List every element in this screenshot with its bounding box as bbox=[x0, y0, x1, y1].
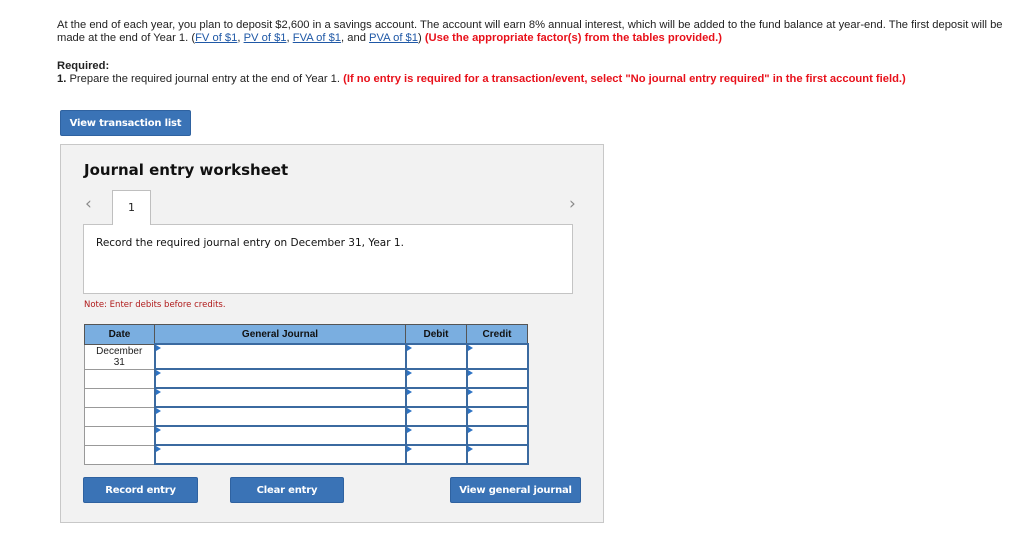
credit-input[interactable] bbox=[467, 446, 527, 463]
record-entry-button[interactable]: Record entry bbox=[83, 477, 198, 503]
worksheet-title: Journal entry worksheet bbox=[84, 161, 289, 179]
link-fva-of-1[interactable]: FVA of $1 bbox=[293, 32, 341, 44]
credit-input[interactable] bbox=[467, 389, 527, 406]
credit-field[interactable] bbox=[465, 425, 529, 446]
table-row bbox=[84, 425, 529, 446]
credit-field[interactable] bbox=[465, 387, 529, 408]
header-general-journal: General Journal bbox=[154, 324, 406, 345]
journal-header-row: Date General Journal Debit Credit bbox=[84, 324, 528, 345]
debit-input[interactable] bbox=[406, 345, 466, 368]
debit-input[interactable] bbox=[406, 427, 466, 444]
chevron-right-icon[interactable]: › bbox=[569, 194, 576, 214]
header-date: Date bbox=[84, 324, 155, 345]
journal-table: Date General Journal Debit Credit Decemb… bbox=[84, 324, 529, 465]
credit-input[interactable] bbox=[467, 427, 527, 444]
credit-input[interactable] bbox=[467, 408, 527, 425]
tab-1[interactable]: 1 bbox=[112, 190, 151, 225]
account-field[interactable] bbox=[153, 387, 407, 408]
problem-instruction: (Use the appropriate factor(s) from the … bbox=[424, 32, 722, 44]
instruction-box: Record the required journal entry on Dec… bbox=[83, 224, 573, 294]
problem-statement: At the end of each year, you plan to dep… bbox=[57, 19, 1022, 45]
credit-field[interactable] bbox=[465, 444, 529, 465]
date-cell: December 31 bbox=[84, 343, 155, 370]
table-row bbox=[84, 368, 529, 389]
account-field[interactable] bbox=[153, 368, 407, 389]
account-input[interactable] bbox=[155, 446, 405, 463]
credit-field[interactable] bbox=[465, 406, 529, 427]
view-transaction-list-button[interactable]: View transaction list bbox=[60, 110, 191, 136]
date-value: December 31 bbox=[96, 345, 143, 368]
debit-field[interactable] bbox=[404, 368, 468, 389]
debit-field[interactable] bbox=[404, 425, 468, 446]
debit-field[interactable] bbox=[404, 387, 468, 408]
credit-field[interactable] bbox=[465, 343, 529, 370]
table-row: December 31 bbox=[84, 343, 529, 370]
table-row bbox=[84, 406, 529, 427]
link-pva-of-1[interactable]: PVA of $1 bbox=[369, 32, 418, 44]
separator: , and bbox=[341, 32, 370, 44]
account-field[interactable] bbox=[153, 425, 407, 446]
link-pv-of-1[interactable]: PV of $1 bbox=[244, 32, 287, 44]
instruction-text: Record the required journal entry on Dec… bbox=[96, 237, 404, 249]
account-field[interactable] bbox=[153, 406, 407, 427]
required-heading: Required: bbox=[57, 60, 110, 72]
debit-input[interactable] bbox=[406, 408, 466, 425]
item-text: Prepare the required journal entry at th… bbox=[66, 73, 344, 85]
date-cell bbox=[84, 406, 155, 427]
item-instruction: (If no entry is required for a transacti… bbox=[343, 73, 906, 85]
account-input[interactable] bbox=[155, 389, 405, 406]
date-cell bbox=[84, 368, 155, 389]
date-cell bbox=[84, 444, 155, 465]
date-cell bbox=[84, 387, 155, 408]
header-credit: Credit bbox=[466, 324, 528, 345]
separator: ) bbox=[417, 32, 425, 44]
table-row bbox=[84, 444, 529, 465]
chevron-left-icon[interactable]: ‹ bbox=[85, 194, 92, 214]
clear-entry-button[interactable]: Clear entry bbox=[230, 477, 344, 503]
view-general-journal-button[interactable]: View general journal bbox=[450, 477, 581, 503]
debit-input[interactable] bbox=[406, 446, 466, 463]
account-input[interactable] bbox=[155, 408, 405, 425]
account-field[interactable] bbox=[153, 444, 407, 465]
debit-input[interactable] bbox=[406, 389, 466, 406]
debit-field[interactable] bbox=[404, 444, 468, 465]
account-input[interactable] bbox=[155, 345, 405, 368]
date-cell bbox=[84, 425, 155, 446]
debit-field[interactable] bbox=[404, 406, 468, 427]
account-input[interactable] bbox=[155, 427, 405, 444]
debit-input[interactable] bbox=[406, 370, 466, 387]
note-text: Note: Enter debits before credits. bbox=[84, 300, 226, 310]
credit-field[interactable] bbox=[465, 368, 529, 389]
required-section: Required: 1. Prepare the required journa… bbox=[57, 60, 1017, 86]
journal-entry-worksheet: Journal entry worksheet ‹ › 1 Record the… bbox=[60, 144, 604, 523]
debit-field[interactable] bbox=[404, 343, 468, 370]
header-debit: Debit bbox=[405, 324, 467, 345]
link-fv-of-1[interactable]: FV of $1 bbox=[195, 32, 237, 44]
required-item: 1. Prepare the required journal entry at… bbox=[57, 73, 1017, 86]
table-row bbox=[84, 387, 529, 408]
account-field[interactable] bbox=[153, 343, 407, 370]
item-number: 1. bbox=[57, 73, 67, 85]
credit-input[interactable] bbox=[467, 370, 527, 387]
credit-input[interactable] bbox=[467, 345, 527, 368]
account-input[interactable] bbox=[155, 370, 405, 387]
